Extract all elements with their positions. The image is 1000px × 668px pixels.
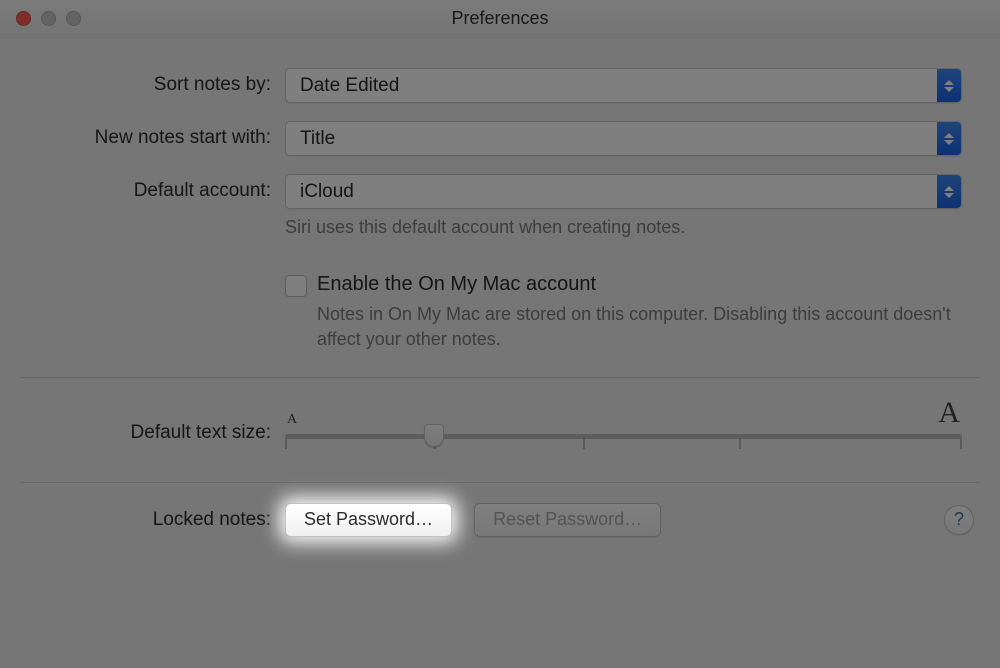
locked-notes-label: Locked notes:: [20, 509, 285, 531]
chevron-up-down-icon: [937, 122, 961, 155]
help-button[interactable]: ?: [944, 505, 974, 535]
content: Sort notes by: Date Edited New notes sta…: [0, 38, 1000, 668]
row-default-account: Default account: iCloud Siri uses this d…: [20, 174, 980, 351]
enable-on-my-mac-hint: Notes in On My Mac are stored on this co…: [317, 302, 957, 351]
new-notes-start-value: Title: [300, 128, 937, 150]
zoom-icon[interactable]: [66, 11, 81, 26]
reset-password-button[interactable]: Reset Password…: [474, 503, 661, 537]
default-text-size-label: Default text size:: [20, 408, 285, 444]
default-account-label: Default account:: [20, 174, 285, 202]
row-default-text-size: Default text size: A A: [20, 396, 980, 456]
text-size-max-glyph: A: [938, 396, 960, 430]
default-account-value: iCloud: [300, 181, 937, 203]
sort-notes-label: Sort notes by:: [20, 68, 285, 96]
window-title: Preferences: [0, 8, 1000, 29]
slider-track: [285, 434, 962, 439]
separator: [20, 482, 980, 483]
slider-thumb[interactable]: [424, 424, 444, 447]
enable-on-my-mac-label: Enable the On My Mac account: [317, 273, 957, 296]
new-notes-start-popup[interactable]: Title: [285, 121, 962, 156]
row-sort-notes: Sort notes by: Date Edited: [20, 68, 980, 103]
text-size-slider[interactable]: A A: [285, 396, 962, 456]
window-controls: [16, 11, 81, 26]
chevron-up-down-icon: [937, 69, 961, 102]
row-new-notes-start: New notes start with: Title: [20, 121, 980, 156]
minimize-icon[interactable]: [41, 11, 56, 26]
close-icon[interactable]: [16, 11, 31, 26]
enable-on-my-mac-checkbox[interactable]: [285, 275, 307, 297]
sort-notes-popup[interactable]: Date Edited: [285, 68, 962, 103]
preferences-window: Preferences Sort notes by: Date Edited N…: [0, 0, 1000, 668]
row-on-my-mac: Enable the On My Mac account Notes in On…: [285, 273, 962, 351]
sort-notes-value: Date Edited: [300, 75, 937, 97]
separator: [20, 377, 980, 378]
set-password-button[interactable]: Set Password…: [285, 503, 452, 537]
row-locked-notes: Locked notes: Set Password… Reset Passwo…: [20, 503, 980, 537]
default-account-popup[interactable]: iCloud: [285, 174, 962, 209]
default-account-hint: Siri uses this default account when crea…: [285, 215, 962, 239]
titlebar: Preferences: [0, 0, 1000, 38]
chevron-up-down-icon: [937, 175, 961, 208]
new-notes-start-label: New notes start with:: [20, 121, 285, 149]
text-size-min-glyph: A: [287, 412, 297, 430]
